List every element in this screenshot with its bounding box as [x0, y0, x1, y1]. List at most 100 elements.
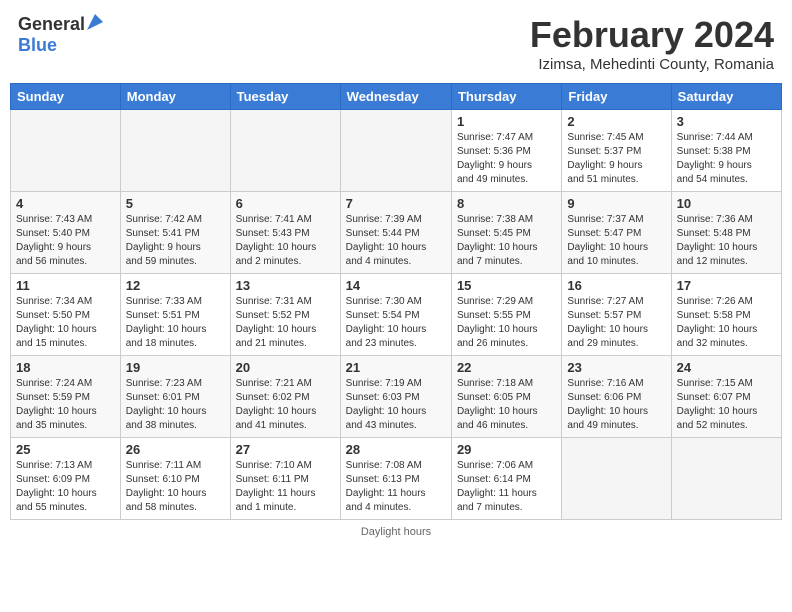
- calendar-cell: 4 Sunrise: 7:43 AM Sunset: 5:40 PM Daylig…: [11, 192, 121, 274]
- day-number: 4: [16, 196, 115, 211]
- day-info: Sunrise: 7:37 AM Sunset: 5:47 PM Dayligh…: [567, 213, 665, 269]
- day-of-week-header: Wednesday: [340, 84, 451, 110]
- day-of-week-header: Sunday: [11, 84, 121, 110]
- logo-blue-text: Blue: [18, 35, 57, 55]
- day-number: 1: [457, 114, 556, 129]
- calendar-cell: 27Sunrise: 7:10 AM Sunset: 6:11 PM Dayli…: [230, 438, 340, 520]
- calendar-week-row: 4 Sunrise: 7:43 AM Sunset: 5:40 PM Daylig…: [11, 192, 782, 274]
- calendar-cell: 18 Sunrise: 7:24 AM Sunset: 5:59 PM Dayli…: [11, 356, 121, 438]
- calendar-week-row: 25Sunrise: 7:13 AM Sunset: 6:09 PM Dayli…: [11, 438, 782, 520]
- day-info: Sunrise: 7:26 AM Sunset: 5:58 PM Dayligh…: [677, 295, 776, 351]
- calendar-cell: 3 Sunrise: 7:44 AM Sunset: 5:38 PM Daylig…: [671, 110, 781, 192]
- calendar-cell: 25Sunrise: 7:13 AM Sunset: 6:09 PM Dayli…: [11, 438, 121, 520]
- day-number: 19: [126, 360, 225, 375]
- day-info: Sunrise: 7:34 AM Sunset: 5:50 PM Dayligh…: [16, 295, 115, 351]
- day-number: 23: [567, 360, 665, 375]
- calendar-title: February 2024: [530, 14, 774, 56]
- day-info: Sunrise: 7:42 AM Sunset: 5:41 PM Dayligh…: [126, 213, 225, 269]
- day-number: 17: [677, 278, 776, 293]
- calendar-week-row: 18 Sunrise: 7:24 AM Sunset: 5:59 PM Dayli…: [11, 356, 782, 438]
- day-number: 16: [567, 278, 665, 293]
- day-number: 6: [236, 196, 335, 211]
- day-number: 7: [346, 196, 446, 211]
- day-info: Sunrise: 7:39 AM Sunset: 5:44 PM Dayligh…: [346, 213, 446, 269]
- day-info: Sunrise: 7:45 AM Sunset: 5:37 PM Dayligh…: [567, 131, 665, 187]
- day-number: 20: [236, 360, 335, 375]
- calendar-cell: 21Sunrise: 7:19 AM Sunset: 6:03 PM Dayli…: [340, 356, 451, 438]
- day-info: Sunrise: 7:06 AM Sunset: 6:14 PM Dayligh…: [457, 459, 556, 515]
- calendar-cell: 16 Sunrise: 7:27 AM Sunset: 5:57 PM Dayli…: [562, 274, 671, 356]
- calendar-table: SundayMondayTuesdayWednesdayThursdayFrid…: [10, 83, 782, 520]
- day-info: Sunrise: 7:36 AM Sunset: 5:48 PM Dayligh…: [677, 213, 776, 269]
- day-number: 29: [457, 442, 556, 457]
- calendar-cell: 24 Sunrise: 7:15 AM Sunset: 6:07 PM Dayli…: [671, 356, 781, 438]
- day-info: Sunrise: 7:27 AM Sunset: 5:57 PM Dayligh…: [567, 295, 665, 351]
- day-number: 13: [236, 278, 335, 293]
- calendar-week-row: 1 Sunrise: 7:47 AM Sunset: 5:36 PM Daylig…: [11, 110, 782, 192]
- calendar-cell: 9Sunrise: 7:37 AM Sunset: 5:47 PM Daylig…: [562, 192, 671, 274]
- day-number: 14: [346, 278, 446, 293]
- day-number: 27: [236, 442, 335, 457]
- calendar-cell: 13 Sunrise: 7:31 AM Sunset: 5:52 PM Dayli…: [230, 274, 340, 356]
- day-number: 8: [457, 196, 556, 211]
- daylight-hours-label: Daylight hours: [361, 526, 431, 538]
- day-number: 2: [567, 114, 665, 129]
- day-number: 22: [457, 360, 556, 375]
- days-of-week-row: SundayMondayTuesdayWednesdayThursdayFrid…: [11, 84, 782, 110]
- footer: Daylight hours: [10, 526, 782, 538]
- day-number: 15: [457, 278, 556, 293]
- calendar-subtitle: Izimsa, Mehedinti County, Romania: [530, 56, 774, 73]
- day-number: 24: [677, 360, 776, 375]
- logo-arrow-icon: [87, 14, 103, 35]
- calendar-cell: 2 Sunrise: 7:45 AM Sunset: 5:37 PM Daylig…: [562, 110, 671, 192]
- calendar-cell: 8Sunrise: 7:38 AM Sunset: 5:45 PM Daylig…: [451, 192, 561, 274]
- calendar-cell: [120, 110, 230, 192]
- day-info: Sunrise: 7:11 AM Sunset: 6:10 PM Dayligh…: [126, 459, 225, 515]
- day-info: Sunrise: 7:21 AM Sunset: 6:02 PM Dayligh…: [236, 377, 335, 433]
- day-info: Sunrise: 7:30 AM Sunset: 5:54 PM Dayligh…: [346, 295, 446, 351]
- day-number: 10: [677, 196, 776, 211]
- day-info: Sunrise: 7:31 AM Sunset: 5:52 PM Dayligh…: [236, 295, 335, 351]
- calendar-cell: [671, 438, 781, 520]
- day-of-week-header: Tuesday: [230, 84, 340, 110]
- calendar-cell: 7 Sunrise: 7:39 AM Sunset: 5:44 PM Daylig…: [340, 192, 451, 274]
- calendar-cell: 12 Sunrise: 7:33 AM Sunset: 5:51 PM Dayli…: [120, 274, 230, 356]
- day-info: Sunrise: 7:15 AM Sunset: 6:07 PM Dayligh…: [677, 377, 776, 433]
- day-info: Sunrise: 7:43 AM Sunset: 5:40 PM Dayligh…: [16, 213, 115, 269]
- day-number: 28: [346, 442, 446, 457]
- day-info: Sunrise: 7:29 AM Sunset: 5:55 PM Dayligh…: [457, 295, 556, 351]
- day-info: Sunrise: 7:24 AM Sunset: 5:59 PM Dayligh…: [16, 377, 115, 433]
- calendar-body: 1 Sunrise: 7:47 AM Sunset: 5:36 PM Daylig…: [11, 110, 782, 520]
- day-info: Sunrise: 7:13 AM Sunset: 6:09 PM Dayligh…: [16, 459, 115, 515]
- day-info: Sunrise: 7:44 AM Sunset: 5:38 PM Dayligh…: [677, 131, 776, 187]
- day-info: Sunrise: 7:23 AM Sunset: 6:01 PM Dayligh…: [126, 377, 225, 433]
- calendar-cell: 6 Sunrise: 7:41 AM Sunset: 5:43 PM Daylig…: [230, 192, 340, 274]
- calendar-cell: 19 Sunrise: 7:23 AM Sunset: 6:01 PM Dayli…: [120, 356, 230, 438]
- calendar-cell: 15 Sunrise: 7:29 AM Sunset: 5:55 PM Dayli…: [451, 274, 561, 356]
- calendar-cell: 28Sunrise: 7:08 AM Sunset: 6:13 PM Dayli…: [340, 438, 451, 520]
- day-info: Sunrise: 7:33 AM Sunset: 5:51 PM Dayligh…: [126, 295, 225, 351]
- calendar-cell: 22Sunrise: 7:18 AM Sunset: 6:05 PM Dayli…: [451, 356, 561, 438]
- calendar-cell: [11, 110, 121, 192]
- calendar-cell: 14 Sunrise: 7:30 AM Sunset: 5:54 PM Dayli…: [340, 274, 451, 356]
- calendar-cell: 17 Sunrise: 7:26 AM Sunset: 5:58 PM Dayli…: [671, 274, 781, 356]
- day-number: 18: [16, 360, 115, 375]
- calendar-cell: [230, 110, 340, 192]
- day-of-week-header: Thursday: [451, 84, 561, 110]
- day-number: 5: [126, 196, 225, 211]
- day-number: 3: [677, 114, 776, 129]
- logo: General Blue: [18, 14, 103, 56]
- day-number: 26: [126, 442, 225, 457]
- day-info: Sunrise: 7:41 AM Sunset: 5:43 PM Dayligh…: [236, 213, 335, 269]
- day-number: 21: [346, 360, 446, 375]
- logo-general-text: General: [18, 14, 85, 35]
- calendar-cell: 11 Sunrise: 7:34 AM Sunset: 5:50 PM Dayli…: [11, 274, 121, 356]
- day-number: 11: [16, 278, 115, 293]
- day-of-week-header: Friday: [562, 84, 671, 110]
- day-of-week-header: Saturday: [671, 84, 781, 110]
- day-number: 12: [126, 278, 225, 293]
- day-info: Sunrise: 7:47 AM Sunset: 5:36 PM Dayligh…: [457, 131, 556, 187]
- calendar-cell: [562, 438, 671, 520]
- calendar-cell: 1 Sunrise: 7:47 AM Sunset: 5:36 PM Daylig…: [451, 110, 561, 192]
- calendar-cell: 5 Sunrise: 7:42 AM Sunset: 5:41 PM Daylig…: [120, 192, 230, 274]
